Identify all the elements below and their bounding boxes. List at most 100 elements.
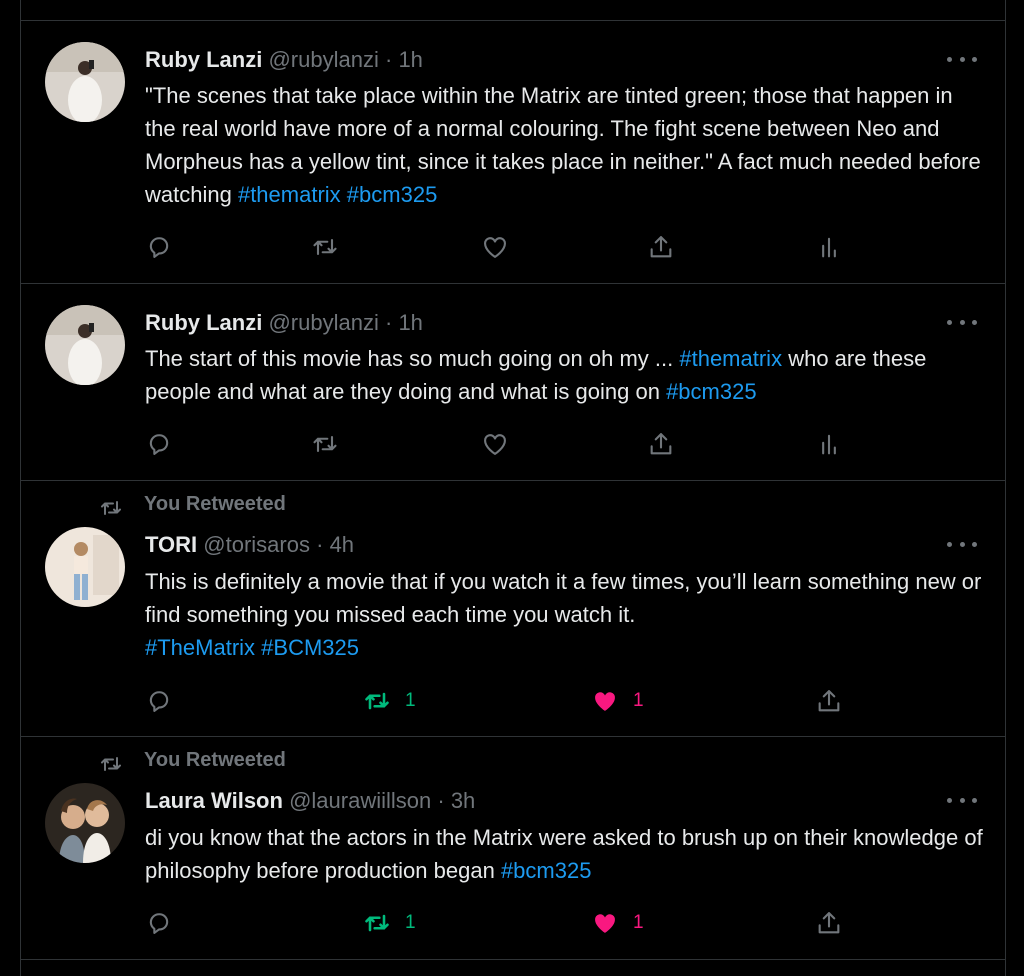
- avatar[interactable]: [45, 527, 125, 607]
- tweet-header: Ruby Lanzi @rubylanzi · 1h: [145, 310, 423, 336]
- reply-icon: [149, 913, 169, 934]
- tweet-actions: [145, 227, 985, 267]
- separator-dot: ·: [437, 788, 445, 813]
- reply-button[interactable]: [145, 424, 173, 464]
- user-handle[interactable]: @rubylanzi: [268, 47, 378, 72]
- share-button[interactable]: [815, 681, 843, 721]
- hashtag-link[interactable]: #bcm325: [666, 379, 757, 404]
- share-icon: [650, 236, 672, 258]
- tweet-actions: [145, 424, 985, 464]
- hashtag-link[interactable]: #bcm325: [501, 858, 592, 883]
- tweet-actions: 1 1: [145, 681, 985, 721]
- share-icon: [818, 690, 840, 712]
- share-icon: [650, 433, 672, 455]
- display-name[interactable]: Laura Wilson: [145, 788, 283, 813]
- tweet-text: This is definitely a movie that if you w…: [145, 565, 985, 664]
- tweet-actions: 1 1: [145, 903, 985, 943]
- separator-dot: ·: [384, 47, 393, 72]
- like-icon: [484, 237, 506, 258]
- retweet-icon: [365, 914, 389, 932]
- like-count: 1: [633, 690, 644, 711]
- reply-icon: [149, 237, 169, 258]
- like-icon: [595, 914, 615, 933]
- timeline: Ruby Lanzi @rubylanzi · 1h "The scenes t…: [20, 0, 1006, 976]
- tweet[interactable]: Ruby Lanzi @rubylanzi · 1h "The scenes t…: [21, 20, 1005, 283]
- hashtag-link[interactable]: #bcm325: [347, 182, 438, 207]
- retweet-count: 1: [405, 912, 416, 933]
- like-button[interactable]: 1: [591, 681, 644, 721]
- hashtag-link[interactable]: #thematrix: [238, 182, 341, 207]
- tweet[interactable]: Ruby Lanzi @rubylanzi · 1h The start of …: [21, 283, 1005, 480]
- retweet-context-label[interactable]: You Retweeted: [144, 493, 286, 516]
- like-button[interactable]: [481, 227, 509, 267]
- tweet-text: "The scenes that take place within the M…: [145, 79, 985, 211]
- retweet-context: You Retweeted: [93, 749, 493, 777]
- avatar[interactable]: [45, 783, 125, 863]
- analytics-button[interactable]: [815, 424, 843, 464]
- hashtag-link[interactable]: #TheMatrix: [145, 635, 255, 660]
- analytics-button[interactable]: [815, 227, 843, 267]
- retweet-context-label[interactable]: You Retweeted: [144, 749, 286, 772]
- more-icon[interactable]: [947, 312, 977, 332]
- avatar-image: [45, 42, 125, 122]
- more-icon[interactable]: [947, 790, 977, 810]
- user-handle[interactable]: @laurawiillson: [289, 788, 431, 813]
- share-button[interactable]: [647, 424, 675, 464]
- hashtag-link[interactable]: #BCM325: [261, 635, 359, 660]
- analytics-icon: [822, 237, 836, 258]
- retweet-icon: [365, 692, 389, 710]
- hashtag-link[interactable]: #thematrix: [679, 346, 782, 371]
- retweet-button[interactable]: [311, 227, 339, 267]
- user-handle[interactable]: @rubylanzi: [268, 310, 378, 335]
- separator-dot: ·: [384, 310, 393, 335]
- retweet-icon: [101, 501, 121, 515]
- reply-button[interactable]: [145, 227, 173, 267]
- tweet-text: The start of this movie has so much goin…: [145, 342, 985, 408]
- like-button[interactable]: 1: [591, 903, 644, 943]
- like-button[interactable]: [481, 424, 509, 464]
- user-handle[interactable]: @torisaros: [203, 532, 310, 557]
- reply-button[interactable]: [145, 903, 173, 943]
- tweet[interactable]: You Retweeted Laura Wilson @laurawiillso…: [21, 736, 1005, 960]
- timestamp[interactable]: 3h: [451, 788, 475, 813]
- share-button[interactable]: [647, 227, 675, 267]
- tweet-text-part: This is definitely a movie that if you w…: [145, 569, 982, 627]
- avatar-image: [45, 527, 125, 607]
- avatar-image: [45, 305, 125, 385]
- like-icon: [595, 692, 615, 711]
- retweet-icon: [101, 757, 121, 771]
- analytics-icon: [822, 434, 836, 455]
- reply-icon: [149, 691, 169, 712]
- retweet-count: 1: [405, 690, 416, 711]
- retweet-button[interactable]: 1: [363, 903, 416, 943]
- more-icon[interactable]: [947, 49, 977, 69]
- retweet-icon: [313, 238, 337, 256]
- tweet[interactable]: You Retweeted TORI @torisaros · 4h This …: [21, 480, 1005, 736]
- retweet-button[interactable]: 1: [363, 681, 416, 721]
- tweet-header: TORI @torisaros · 4h: [145, 532, 354, 558]
- retweet-context: You Retweeted: [93, 493, 493, 521]
- tweet-header: Ruby Lanzi @rubylanzi · 1h: [145, 47, 423, 73]
- avatar[interactable]: [45, 42, 125, 122]
- timestamp[interactable]: 1h: [398, 47, 422, 72]
- tweet-header: Laura Wilson @laurawiillson · 3h: [145, 788, 475, 814]
- display-name[interactable]: TORI: [145, 532, 197, 557]
- reply-button[interactable]: [145, 681, 173, 721]
- share-icon: [818, 912, 840, 934]
- tweet-text: di you know that the actors in the Matri…: [145, 821, 985, 887]
- like-icon: [484, 434, 506, 455]
- share-button[interactable]: [815, 903, 843, 943]
- display-name[interactable]: Ruby Lanzi: [145, 310, 262, 335]
- tweet-text-part: The start of this movie has so much goin…: [145, 346, 680, 371]
- separator-dot: ·: [316, 532, 324, 557]
- timestamp[interactable]: 1h: [398, 310, 422, 335]
- timestamp[interactable]: 4h: [330, 532, 354, 557]
- like-count: 1: [633, 912, 644, 933]
- retweet-icon: [313, 435, 337, 453]
- avatar-image: [45, 783, 125, 863]
- display-name[interactable]: Ruby Lanzi: [145, 47, 262, 72]
- more-icon[interactable]: [947, 534, 977, 554]
- retweet-button[interactable]: [311, 424, 339, 464]
- reply-icon: [149, 434, 169, 455]
- avatar[interactable]: [45, 305, 125, 385]
